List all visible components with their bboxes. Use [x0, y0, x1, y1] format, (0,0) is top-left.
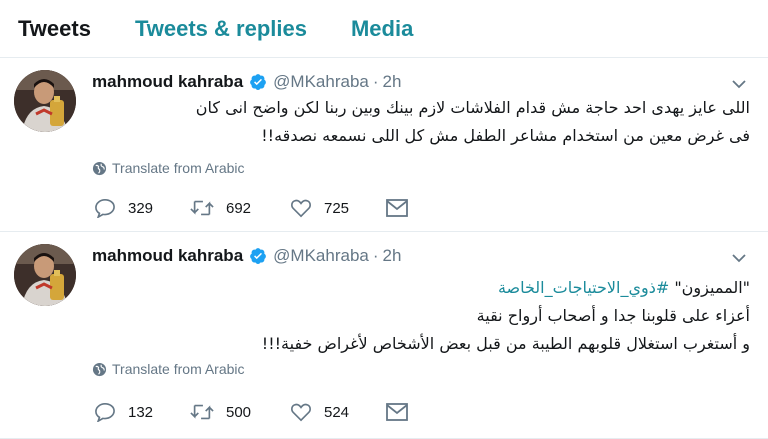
tweet[interactable]: mahmoud kahraba @MKahraba · 2h اللى عايز…	[0, 58, 768, 232]
globe-icon	[92, 161, 107, 175]
tweet-text-line: أعزاء على قلوبنا جدا و أصحاب أرواح نقية	[476, 306, 750, 325]
tweet-text-line: "المميزون" #ذوي_الاحتياجات_الخاصة	[92, 274, 750, 302]
tweet-time[interactable]: 2h	[383, 72, 402, 92]
author-handle[interactable]: @MKahraba	[273, 246, 369, 266]
hashtag-link[interactable]: #ذوي_الاحتياجات_الخاصة	[498, 278, 669, 297]
envelope-icon	[386, 199, 408, 217]
globe-icon	[92, 362, 107, 376]
chevron-down-icon[interactable]	[732, 76, 746, 89]
tweet-actions: 132 500 524	[94, 402, 420, 422]
tweet-text-prefix: "المميزون"	[669, 278, 750, 297]
retweet-count: 692	[226, 199, 252, 217]
translate-label[interactable]: Translate from Arabic	[112, 361, 245, 377]
tweet-actions: 329 692 725	[94, 198, 420, 218]
profile-tabs: Tweets Tweets & replies Media	[0, 0, 768, 58]
heart-icon	[291, 403, 311, 422]
tab-tweets-replies[interactable]: Tweets & replies	[135, 16, 307, 42]
like-button[interactable]: 524	[290, 402, 386, 422]
retweet-count: 500	[226, 403, 252, 421]
tweet-text: اللى عايز يهدى احد حاجة مش قدام الفلاشات…	[92, 94, 750, 150]
translate-link[interactable]: Translate from Arabic	[92, 160, 245, 176]
translate-label[interactable]: Translate from Arabic	[112, 160, 245, 176]
retweet-button[interactable]: 692	[190, 198, 290, 218]
like-count: 725	[324, 199, 350, 217]
heart-icon	[291, 199, 311, 218]
tweet-text-line: و أستغرب استغلال قلوبهم الطيبة من قبل بع…	[261, 334, 750, 353]
retweet-icon	[190, 200, 214, 216]
reply-button[interactable]: 132	[94, 402, 190, 422]
avatar[interactable]	[14, 244, 76, 306]
tweet-text-line: فى غرض معين من استخدام مشاعر الطفل مش كل…	[261, 126, 750, 145]
reply-icon	[95, 402, 115, 422]
like-button[interactable]: 725	[290, 198, 386, 218]
message-button[interactable]	[386, 403, 420, 421]
tweet-time[interactable]: 2h	[383, 246, 402, 266]
author-name[interactable]: mahmoud kahraba	[92, 72, 243, 92]
author-name[interactable]: mahmoud kahraba	[92, 246, 243, 266]
tweet-text: "المميزون" #ذوي_الاحتياجات_الخاصة أعزاء …	[92, 274, 750, 358]
reply-count: 329	[128, 199, 154, 217]
verified-badge-icon	[249, 73, 267, 91]
tab-tweets[interactable]: Tweets	[18, 16, 91, 42]
like-count: 524	[324, 403, 350, 421]
separator-dot: ·	[372, 72, 379, 91]
chevron-down-icon[interactable]	[732, 250, 746, 263]
reply-count: 132	[128, 403, 154, 421]
tweet[interactable]: mahmoud kahraba @MKahraba · 2h "المميزون…	[0, 232, 768, 439]
tab-media[interactable]: Media	[351, 16, 413, 42]
author-handle[interactable]: @MKahraba	[273, 72, 369, 92]
envelope-icon	[386, 403, 408, 421]
retweet-button[interactable]: 500	[190, 402, 290, 422]
separator-dot: ·	[372, 246, 379, 265]
verified-badge-icon	[249, 247, 267, 265]
tweet-text-line: اللى عايز يهدى احد حاجة مش قدام الفلاشات…	[195, 98, 750, 117]
message-button[interactable]	[386, 199, 420, 217]
retweet-icon	[190, 404, 214, 420]
translate-link[interactable]: Translate from Arabic	[92, 361, 245, 377]
tweet-header: mahmoud kahraba @MKahraba · 2h	[92, 246, 401, 266]
tweet-header: mahmoud kahraba @MKahraba · 2h	[92, 72, 401, 92]
avatar[interactable]	[14, 70, 76, 132]
reply-icon	[95, 198, 115, 218]
reply-button[interactable]: 329	[94, 198, 190, 218]
